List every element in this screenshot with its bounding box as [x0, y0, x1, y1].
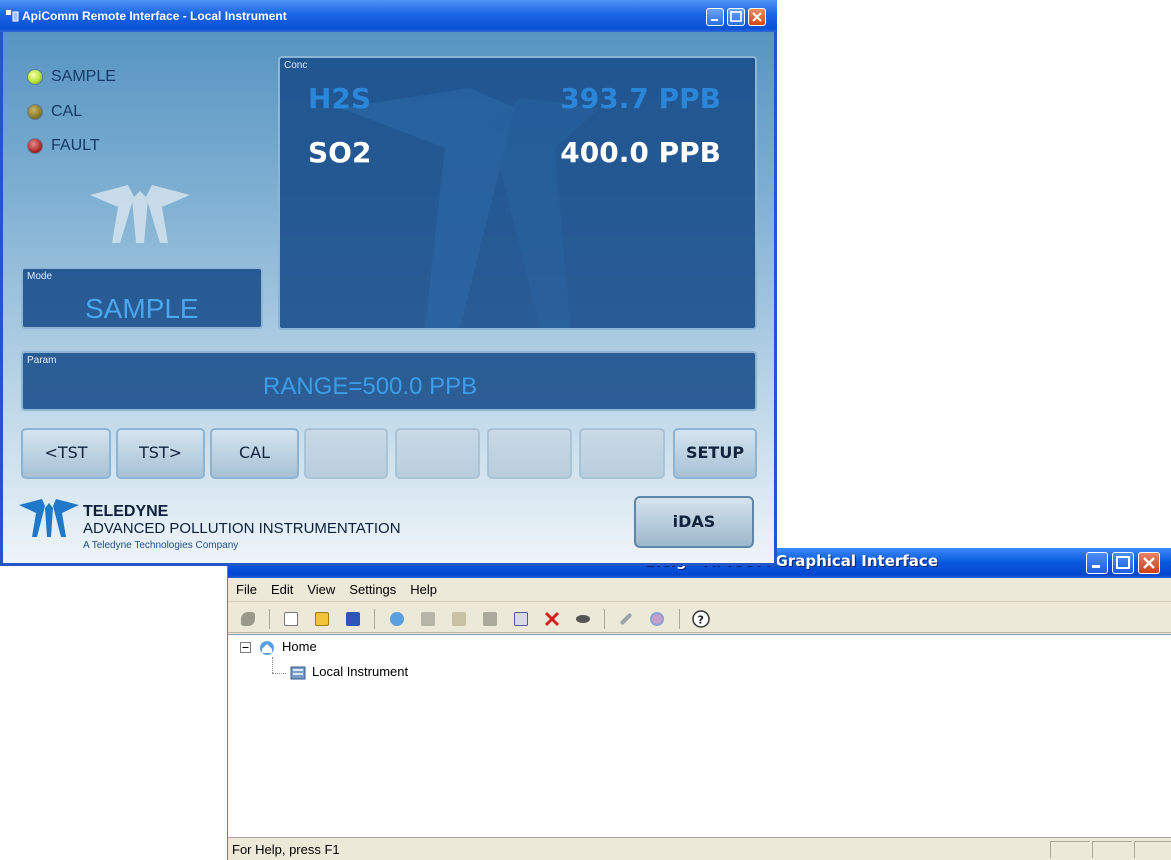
- conc-value-so2: 400.0 PPB: [560, 136, 721, 169]
- conc-panel: Conc H2S 393.7 PPB SO2 400.0 PPB: [278, 56, 757, 330]
- collapse-icon: [240, 642, 251, 654]
- status-pane: [1092, 841, 1132, 858]
- led-cal: CAL: [27, 103, 82, 121]
- setup-button[interactable]: SETUP: [673, 428, 757, 479]
- status-led-icon: [27, 68, 43, 85]
- idas-button[interactable]: iDAS: [634, 496, 754, 548]
- function-button-blank[interactable]: [487, 428, 572, 479]
- save-icon[interactable]: [343, 609, 363, 629]
- menu-edit[interactable]: Edit: [263, 578, 299, 597]
- maximize-icon: [730, 11, 742, 22]
- maximize-button[interactable]: [727, 8, 745, 26]
- conc-label: Conc: [284, 60, 308, 71]
- status-pane: [1050, 841, 1090, 858]
- minimize-icon: [1092, 565, 1100, 568]
- mode-value: SAMPLE: [85, 293, 199, 324]
- conc-gas-so2: SO2: [308, 136, 372, 169]
- remote-titlebar[interactable]: ApiComm Remote Interface - Local Instrum…: [0, 0, 777, 32]
- tools-icon[interactable]: [616, 609, 636, 629]
- instrument-tree: Home Local Instrument: [228, 634, 1171, 837]
- disconnect-icon[interactable]: [573, 609, 593, 629]
- tst-next-button[interactable]: TST>: [116, 428, 205, 479]
- close-button[interactable]: [748, 8, 766, 26]
- options-icon[interactable]: [647, 609, 667, 629]
- maximize-icon: [1116, 556, 1130, 569]
- remove-icon[interactable]: [418, 609, 438, 629]
- teledyne-logo-icon: [90, 185, 190, 243]
- param-label: Param: [27, 355, 57, 366]
- function-button-blank[interactable]: [579, 428, 665, 479]
- instrument-icon: [290, 666, 306, 680]
- maximize-button[interactable]: [1112, 552, 1134, 574]
- tree-label-home: Home: [282, 639, 317, 654]
- function-button-blank[interactable]: [395, 428, 480, 479]
- tree-node-local-instrument[interactable]: Local Instrument: [290, 664, 408, 681]
- home-icon: [260, 640, 274, 655]
- open-icon[interactable]: [312, 609, 332, 629]
- help-icon[interactable]: ?: [691, 609, 711, 629]
- close-icon: [752, 12, 762, 22]
- param-panel: Param RANGE=500.0 PPB: [21, 351, 757, 411]
- conc-value-h2s: 393.7 PPB: [560, 82, 721, 115]
- menu-view[interactable]: View: [299, 578, 341, 597]
- conc-watermark-icon: [340, 88, 600, 328]
- toolbar-separator: [678, 608, 680, 629]
- apicomm-remote-window: ApiComm Remote Interface - Local Instrum…: [0, 0, 777, 566]
- param-value: RANGE=500.0 PPB: [263, 373, 478, 400]
- brand-division: ADVANCED POLLUTION INSTRUMENTATION: [83, 520, 401, 537]
- led-label: SAMPLE: [51, 68, 116, 85]
- minimize-button[interactable]: [706, 8, 724, 26]
- status-led-icon: [27, 137, 43, 154]
- toolbar-separator: [269, 608, 271, 629]
- app-icon: [6, 10, 19, 22]
- status-bar: For Help, press F1: [228, 837, 1171, 860]
- connect-icon[interactable]: [238, 609, 258, 629]
- minimize-icon: [711, 19, 718, 21]
- brand-tagline: A Teledyne Technologies Company: [83, 540, 239, 551]
- properties-icon[interactable]: [511, 609, 531, 629]
- close-button[interactable]: [1138, 552, 1160, 574]
- menu-settings[interactable]: Settings: [341, 578, 402, 597]
- mode-panel: Mode SAMPLE: [21, 267, 263, 329]
- led-sample: SAMPLE: [27, 68, 116, 86]
- conc-gas-h2s: H2S: [308, 82, 372, 115]
- status-led-icon: [27, 103, 43, 120]
- delete-icon[interactable]: [542, 609, 562, 629]
- tree-connector: [272, 657, 273, 673]
- minimize-button[interactable]: [1086, 552, 1108, 574]
- close-icon: [1143, 557, 1155, 569]
- copy-icon[interactable]: [480, 609, 500, 629]
- brand-name: TELEDYNE: [83, 503, 169, 520]
- apicom-graphical-window: 2.cfg - APICOM Graphical Interface File E…: [227, 548, 1171, 860]
- led-label: FAULT: [51, 137, 100, 154]
- tree-connector: [272, 673, 286, 674]
- teledyne-logo-icon: [19, 499, 79, 537]
- toolbar: ?: [228, 603, 1171, 633]
- status-text: For Help, press F1: [232, 842, 340, 857]
- function-button-blank[interactable]: [304, 428, 388, 479]
- users-icon[interactable]: [449, 609, 469, 629]
- cal-button[interactable]: CAL: [210, 428, 299, 479]
- led-fault: FAULT: [27, 137, 100, 155]
- new-icon[interactable]: [281, 609, 301, 629]
- led-label: CAL: [51, 103, 83, 120]
- toolbar-separator: [604, 608, 606, 629]
- menu-file[interactable]: File: [228, 578, 263, 597]
- menu-help[interactable]: Help: [402, 578, 443, 597]
- menu-bar: File Edit View Settings Help: [228, 578, 1171, 602]
- tree-label-local-instrument: Local Instrument: [312, 664, 409, 679]
- network-icon[interactable]: [387, 609, 407, 629]
- tst-prev-button[interactable]: <TST: [21, 428, 111, 479]
- svg-text:?: ?: [697, 613, 703, 626]
- mode-label: Mode: [27, 271, 53, 282]
- tree-node-home[interactable]: Home: [240, 639, 317, 656]
- remote-window-title: ApiComm Remote Interface - Local Instrum…: [22, 9, 287, 23]
- status-pane: [1134, 841, 1171, 858]
- toolbar-separator: [374, 608, 376, 629]
